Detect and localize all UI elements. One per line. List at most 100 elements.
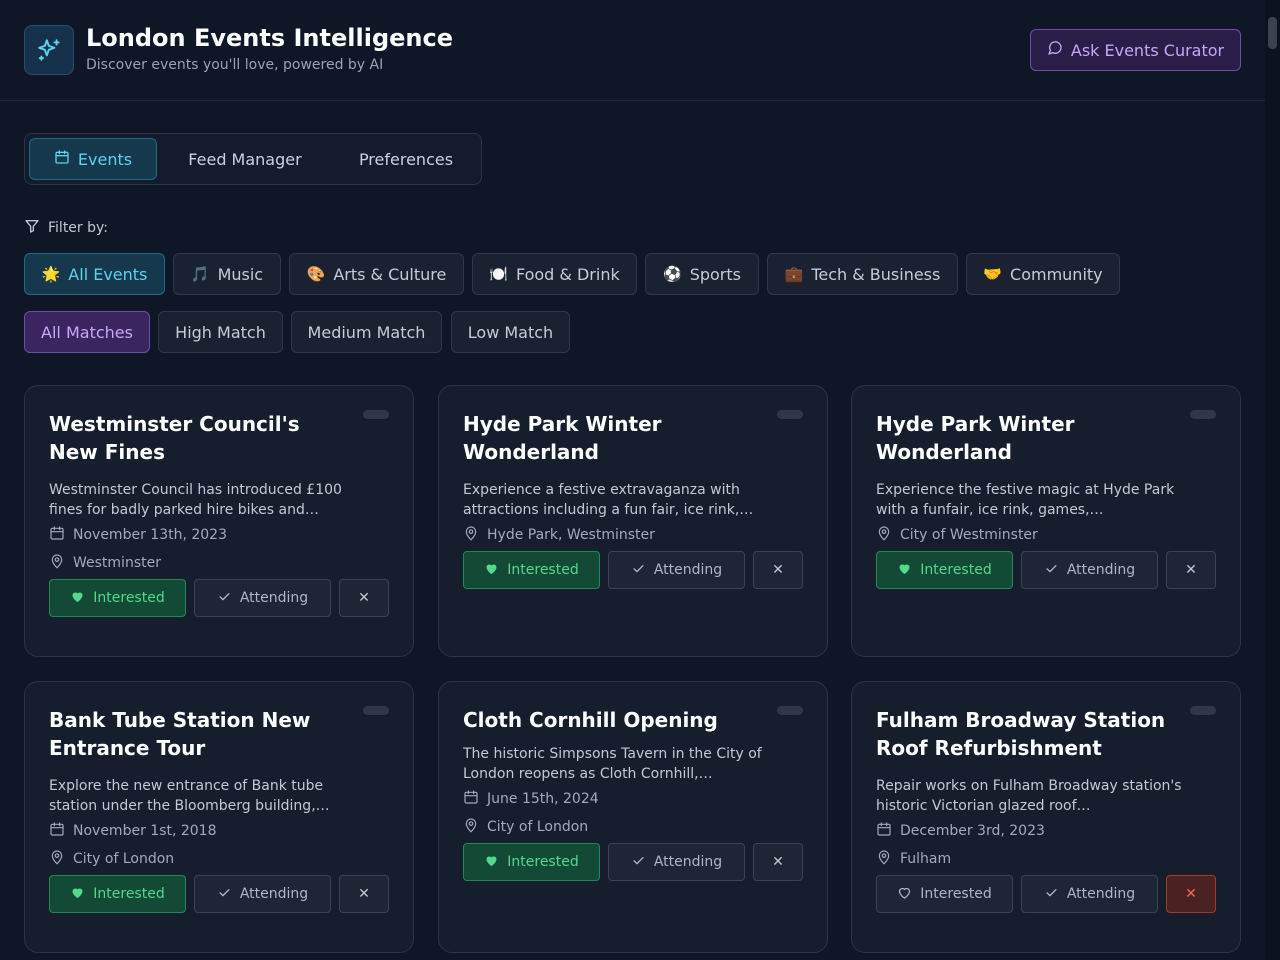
- event-description: Repair works on Fulham Broadway station'…: [876, 778, 1182, 814]
- briefcase-icon: 💼: [784, 265, 804, 283]
- category-chip-label: Music: [217, 264, 264, 284]
- event-date-text: December 3rd, 2023: [900, 823, 1045, 839]
- calendar-icon: [49, 525, 65, 545]
- event-location: City of London: [463, 817, 588, 837]
- scrollbar[interactable]: [1265, 0, 1280, 960]
- tab-feed-manager[interactable]: Feed Manager: [173, 138, 317, 180]
- category-chip-label: Food & Drink: [515, 264, 620, 284]
- attending-button[interactable]: Attending: [608, 843, 745, 881]
- event-location: City of London: [49, 849, 174, 869]
- interested-button[interactable]: Interested: [463, 551, 600, 589]
- category-chip-arts-culture[interactable]: 🎨 Arts & Culture: [289, 253, 464, 295]
- filter-icon: [24, 218, 40, 238]
- attending-label: Attending: [239, 590, 309, 606]
- event-card[interactable]: Fulham Broadway Station Roof Refurbishme…: [851, 681, 1241, 953]
- dismiss-button[interactable]: ✕: [1166, 875, 1216, 913]
- heart-icon: [70, 589, 85, 608]
- interested-button[interactable]: Interested: [49, 875, 186, 913]
- tab-events-label: Events: [77, 149, 133, 169]
- category-chip-food-drink[interactable]: 🍽️ Food & Drink: [472, 253, 637, 295]
- event-date-text: November 1st, 2018: [73, 823, 217, 839]
- event-title: Cloth Cornhill Opening: [463, 708, 718, 732]
- tab-preferences[interactable]: Preferences: [343, 138, 469, 180]
- attending-button[interactable]: Attending: [1021, 875, 1158, 913]
- interested-label: Interested: [920, 886, 992, 902]
- dismiss-button[interactable]: ✕: [1166, 551, 1216, 589]
- interested-button[interactable]: Interested: [49, 579, 186, 617]
- event-title: Hyde Park Winter Wonderland: [876, 412, 1075, 464]
- category-chip-music[interactable]: 🎵 Music: [173, 253, 281, 295]
- match-indicator: [1190, 706, 1216, 715]
- event-card[interactable]: Hyde Park Winter Wonderland Experience th…: [851, 385, 1241, 657]
- match-indicator: [777, 706, 803, 715]
- page-subtitle: Discover events you'll love, powered by …: [86, 57, 384, 73]
- interested-button[interactable]: Interested: [463, 843, 600, 881]
- dismiss-button[interactable]: ✕: [339, 579, 389, 617]
- map-pin-icon: [876, 849, 892, 869]
- music-note-icon: 🎵: [190, 265, 210, 283]
- category-chip-label: Sports: [689, 264, 741, 284]
- event-card[interactable]: Hyde Park Winter Wonderland Experience a …: [438, 385, 828, 657]
- tab-feed-manager-label: Feed Manager: [188, 149, 302, 169]
- category-chip-all-events[interactable]: 🌟 All Events: [24, 253, 165, 295]
- soccer-ball-icon: ⚽: [663, 265, 682, 283]
- interested-button[interactable]: Interested: [876, 551, 1013, 589]
- map-pin-icon: [463, 817, 479, 837]
- event-description: Experience a festive extravaganza with a…: [463, 482, 754, 518]
- attending-button[interactable]: Attending: [194, 579, 331, 617]
- dismiss-button[interactable]: ✕: [753, 551, 803, 589]
- event-title: Westminster Council's New Fines: [49, 412, 300, 464]
- close-icon: ✕: [358, 886, 370, 902]
- tab-events[interactable]: Events: [29, 138, 157, 180]
- attending-button[interactable]: Attending: [194, 875, 331, 913]
- heart-icon: [70, 885, 85, 904]
- page-title: London Events Intelligence: [86, 24, 453, 52]
- interested-label: Interested: [507, 854, 579, 870]
- attending-label: Attending: [239, 886, 309, 902]
- dismiss-button[interactable]: ✕: [753, 843, 803, 881]
- event-date: June 15th, 2024: [463, 789, 599, 809]
- ask-curator-label: Ask Events Curator: [1070, 40, 1225, 60]
- check-icon: [217, 885, 232, 904]
- close-icon: ✕: [772, 854, 784, 870]
- match-indicator: [363, 410, 389, 419]
- event-description: Westminster Council has introduced £100 …: [49, 482, 342, 518]
- heart-icon: [897, 885, 912, 904]
- calendar-icon: [49, 821, 65, 841]
- check-icon: [1044, 561, 1059, 580]
- event-title: Bank Tube Station New Entrance Tour: [49, 708, 311, 760]
- event-description: Experience the festive magic at Hyde Par…: [876, 482, 1175, 518]
- palette-icon: 🎨: [306, 265, 326, 283]
- scrollbar-thumb[interactable]: [1268, 17, 1277, 49]
- match-chip-label: Low Match: [467, 322, 554, 342]
- calendar-icon: [54, 149, 70, 169]
- app-header: London Events Intelligence Discover even…: [0, 0, 1280, 101]
- match-chip-label: Medium Match: [307, 322, 426, 342]
- category-chip-label: Community: [1010, 264, 1103, 284]
- match-chip-high[interactable]: High Match: [158, 311, 283, 353]
- match-chip-all[interactable]: All Matches: [24, 311, 150, 353]
- category-chip-tech-business[interactable]: 💼 Tech & Business: [767, 253, 958, 295]
- filter-label-text: Filter by:: [48, 220, 108, 236]
- category-chip-sports[interactable]: ⚽ Sports: [645, 253, 759, 295]
- event-card[interactable]: Westminster Council's New Fines Westminst…: [24, 385, 414, 657]
- check-icon: [217, 589, 232, 608]
- match-chip-low[interactable]: Low Match: [451, 311, 570, 353]
- attending-button[interactable]: Attending: [1021, 551, 1158, 589]
- event-location: City of Westminster: [876, 525, 1038, 545]
- chat-bubble-icon: [1047, 40, 1063, 60]
- star-icon: 🌟: [41, 265, 61, 283]
- interested-button[interactable]: Interested: [876, 875, 1013, 913]
- main-tabs: Events Feed Manager Preferences: [24, 133, 482, 185]
- event-date-text: November 13th, 2023: [73, 527, 227, 543]
- dismiss-button[interactable]: ✕: [339, 875, 389, 913]
- attending-button[interactable]: Attending: [608, 551, 745, 589]
- match-chip-medium[interactable]: Medium Match: [291, 311, 442, 353]
- category-chip-community[interactable]: 🤝 Community: [966, 253, 1120, 295]
- event-card[interactable]: Bank Tube Station New Entrance Tour Explo…: [24, 681, 414, 953]
- ask-curator-button[interactable]: Ask Events Curator: [1030, 29, 1241, 71]
- map-pin-icon: [49, 849, 65, 869]
- map-pin-icon: [49, 553, 65, 573]
- match-chip-label: High Match: [175, 322, 266, 342]
- event-card[interactable]: Cloth Cornhill Opening The historic Simps…: [438, 681, 828, 953]
